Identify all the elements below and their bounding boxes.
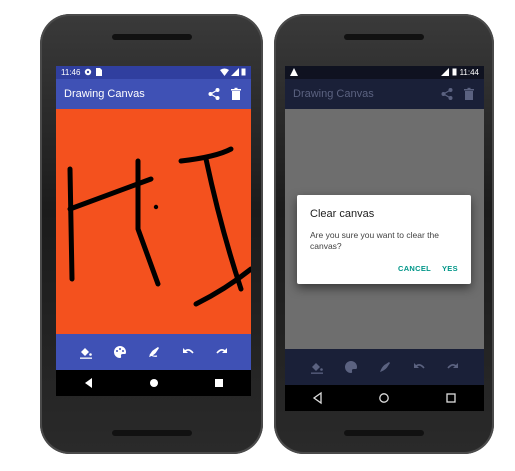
share-icon[interactable] — [207, 87, 221, 101]
tool-bar — [56, 334, 251, 370]
share-icon[interactable] — [440, 87, 454, 101]
fill-bucket-icon[interactable] — [79, 345, 93, 359]
right-phone-frame: 11:44 Drawing Canvas Clear canvas Are yo… — [274, 14, 494, 454]
battery-icon — [241, 68, 246, 78]
delete-icon[interactable] — [229, 87, 243, 101]
app-bar: Drawing Canvas — [285, 79, 484, 109]
drawing-canvas[interactable] — [56, 109, 251, 334]
hand-drawn-strokes — [67, 146, 251, 307]
recents-icon[interactable] — [211, 375, 227, 391]
undo-icon[interactable] — [412, 360, 426, 374]
left-phone-frame: 11:46 Drawing Canvas — [40, 14, 263, 454]
palette-icon[interactable] — [113, 345, 127, 359]
app-bar: Drawing Canvas — [56, 79, 251, 109]
fill-bucket-icon[interactable] — [310, 360, 324, 374]
bottom-speaker — [344, 430, 424, 436]
bottom-speaker — [112, 430, 192, 436]
app-title: Drawing Canvas — [64, 88, 145, 100]
back-icon[interactable] — [310, 390, 326, 406]
top-speaker — [112, 34, 192, 40]
redo-icon[interactable] — [215, 345, 229, 359]
brush-size-icon[interactable] — [378, 360, 392, 374]
nav-bar — [285, 385, 484, 411]
recents-icon[interactable] — [443, 390, 459, 406]
settings-status-icon — [84, 68, 92, 78]
dialog-message: Are you sure you want to clear the canva… — [310, 230, 439, 251]
status-time: 11:44 — [459, 68, 479, 77]
left-screen: 11:46 Drawing Canvas — [56, 66, 251, 396]
signal-icon — [231, 67, 239, 78]
status-bar: 11:46 — [56, 66, 251, 79]
warning-status-icon — [290, 67, 298, 78]
right-screen: 11:44 Drawing Canvas Clear canvas Are yo… — [285, 66, 484, 411]
delete-icon[interactable] — [462, 87, 476, 101]
dialog-title: Clear canvas — [310, 208, 375, 220]
app-title: Drawing Canvas — [293, 88, 374, 100]
signal-icon — [440, 67, 449, 78]
brush-size-icon[interactable] — [147, 345, 161, 359]
cancel-button[interactable]: CANCEL — [398, 264, 431, 273]
status-bar: 11:44 — [285, 66, 484, 79]
yes-button[interactable]: YES — [442, 264, 458, 273]
home-icon[interactable] — [146, 375, 162, 391]
redo-icon[interactable] — [446, 360, 460, 374]
home-icon[interactable] — [376, 390, 392, 406]
back-icon[interactable] — [81, 375, 97, 391]
status-time: 11:46 — [61, 68, 81, 77]
nav-bar — [56, 370, 251, 396]
battery-icon — [452, 68, 457, 78]
undo-icon[interactable] — [181, 345, 195, 359]
palette-icon[interactable] — [344, 360, 358, 374]
clear-canvas-dialog: Clear canvas Are you sure you want to cl… — [297, 195, 471, 284]
top-speaker — [344, 34, 424, 40]
tool-bar — [285, 349, 484, 385]
sd-card-status-icon — [95, 67, 103, 78]
wifi-icon — [220, 68, 229, 78]
